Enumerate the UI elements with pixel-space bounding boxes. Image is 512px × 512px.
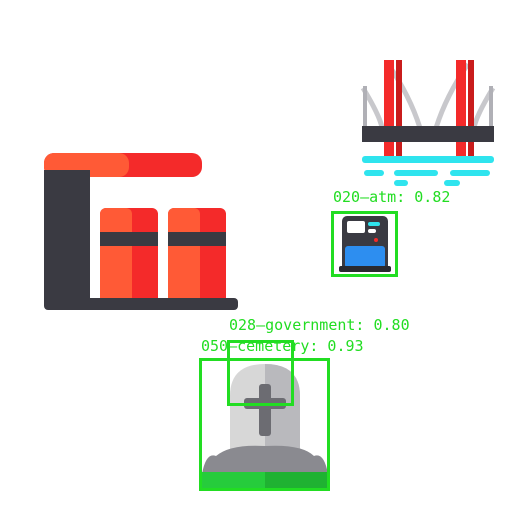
- gas-station-icon: [44, 153, 238, 310]
- bridge-icon: [360, 60, 496, 186]
- cemetery-detection-label: 050—cemetery: 0.93: [201, 337, 364, 355]
- atm-detection-box: [331, 211, 398, 277]
- cemetery-detection-box: [199, 358, 330, 491]
- atm-detection-label: 020—atm: 0.82: [333, 188, 451, 206]
- government-detection-label: 028—government: 0.80: [229, 316, 410, 334]
